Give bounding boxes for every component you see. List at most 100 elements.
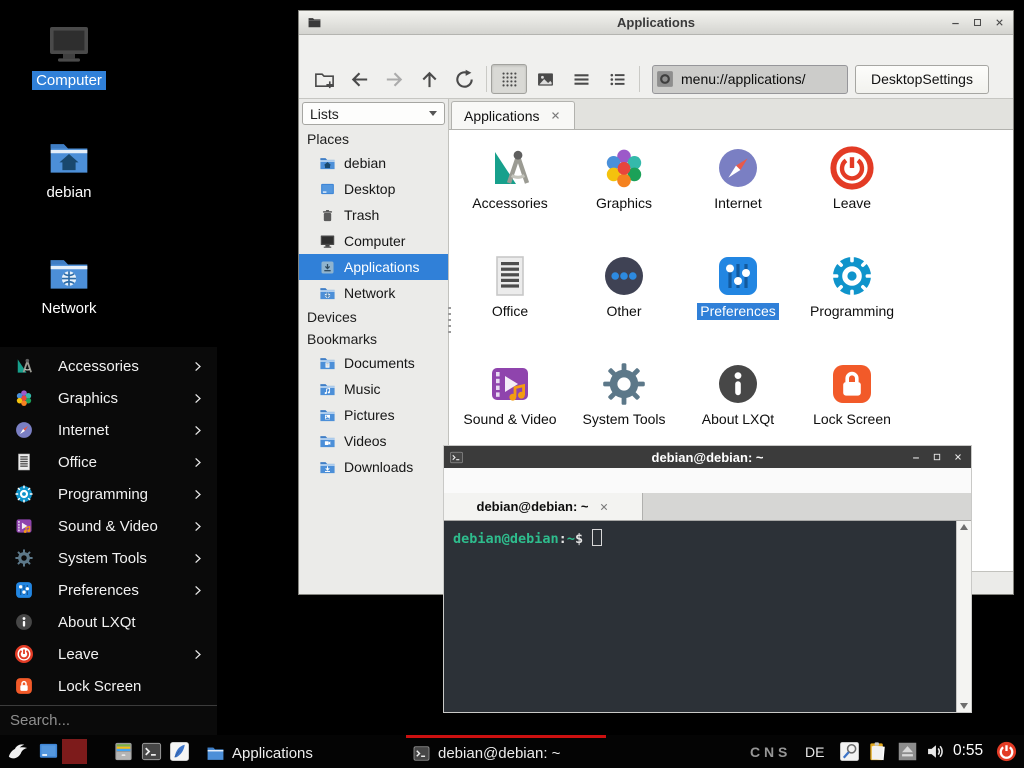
desktop-icon[interactable]: debian [27,136,111,202]
app-menu-item[interactable]: Accessories [0,350,217,382]
taskbar-task-button[interactable]: Applications [200,735,400,768]
terminal-titlebar[interactable]: debian@debian: ~ [444,446,971,468]
fm-menu-item[interactable] [373,46,389,50]
sidebar-place-item[interactable]: Computer [299,228,448,254]
splitter-handle[interactable] [448,307,451,333]
app-menu-item[interactable]: Office [0,446,217,478]
clipboard-tray-icon[interactable] [866,740,889,763]
back-button[interactable] [348,68,371,91]
scroll-up-icon[interactable] [960,524,968,530]
fm-menu-item[interactable] [341,46,357,50]
about-icon [14,612,34,632]
fm-menu-item[interactable] [405,46,421,50]
app-menu-item[interactable]: Graphics [0,382,217,414]
fm-titlebar[interactable]: Applications [299,11,1013,35]
app-menu-item[interactable]: System Tools [0,542,217,574]
terminal-menu-item[interactable] [470,479,486,483]
main-menu-button[interactable] [5,739,31,764]
minimize-button[interactable] [950,17,961,28]
app-menu-item[interactable]: Lock Screen [0,670,217,702]
terminal-window-icon [449,450,464,465]
terminal-tab-close-icon[interactable] [598,501,610,513]
sidebar-bookmark-item[interactable]: Downloads [299,454,448,480]
thumbnail-view-button[interactable] [527,64,563,94]
workspace-switcher-button[interactable] [88,739,113,764]
new-tab-button[interactable] [313,68,336,91]
fm-tabbar: Applications [449,99,1013,130]
sidebar-place-label: Desktop [344,181,395,197]
clock[interactable]: 0:55 [953,742,983,760]
app-menu-item[interactable]: Programming [0,478,217,510]
file-manager-launcher[interactable] [112,740,135,763]
fm-tab-applications[interactable]: Applications [451,101,575,129]
terminal-tab[interactable]: debian@debian: ~ [444,493,643,520]
grid-item[interactable]: Leave [795,140,909,248]
address-bar[interactable]: menu://applications/ [652,65,848,94]
submenu-chevron-icon [190,391,205,406]
app-menu-item[interactable]: Leave [0,638,217,670]
terminal-minimize-button[interactable] [911,452,921,462]
workspace-switcher-button[interactable] [62,739,87,764]
prompt-separator: : [559,531,567,547]
sidebar-bookmark-item[interactable]: Documents [299,350,448,376]
power-button[interactable] [995,740,1018,763]
taskbar-task-button[interactable]: debian@debian: ~ [406,735,606,768]
app-menu-item[interactable]: Preferences [0,574,217,606]
app-menu-item[interactable]: Internet [0,414,217,446]
terminal-menu-item[interactable] [486,479,502,483]
sidebar-place-item[interactable]: Network [299,280,448,306]
grid-item[interactable]: Preferences [681,248,795,356]
terminal-menu-item[interactable] [502,479,518,483]
compact-view-button[interactable] [563,64,599,94]
sidebar-bookmark-item[interactable]: Music [299,376,448,402]
show-desktop-button[interactable] [37,740,60,763]
sidebar-place-item[interactable]: Trash [299,202,448,228]
grid-item[interactable]: Office [453,248,567,356]
forward-button[interactable] [383,68,406,91]
app-menu-item[interactable]: Sound & Video [0,510,217,542]
maximize-button[interactable] [972,17,983,28]
fm-menu-item[interactable] [389,46,405,50]
refresh-button[interactable] [453,68,476,91]
sidebar-place-item[interactable]: Applications [299,254,448,280]
terminal-close-button[interactable] [953,452,963,462]
accessories-icon [486,144,534,192]
sidebar-bookmark-item[interactable]: Videos [299,428,448,454]
grid-item[interactable]: Graphics [567,140,681,248]
close-button[interactable] [994,17,1005,28]
tab-close-icon[interactable] [549,109,562,122]
terminal-scrollbar[interactable] [956,521,971,712]
terminal-menu-item[interactable] [518,479,534,483]
terminal-menu-item[interactable] [454,479,470,483]
screenshot-tray-icon[interactable] [838,740,861,763]
detailed-view-button[interactable] [599,64,635,94]
grid-item[interactable]: Internet [681,140,795,248]
sidebar-place-item[interactable]: Desktop [299,176,448,202]
grid-item[interactable]: Accessories [453,140,567,248]
sidebar-place-item[interactable]: debian [299,150,448,176]
fm-menu-item[interactable] [309,46,325,50]
menu-search-input[interactable]: Search... [0,705,217,735]
desktop-settings-button[interactable]: DesktopSettings [855,65,989,94]
icon-view-button[interactable] [491,64,527,94]
keyboard-layout-indicator[interactable]: DE [805,744,824,760]
fm-menu-item[interactable] [325,46,341,50]
sidebar-bookmark-item[interactable]: Pictures [299,402,448,428]
app-menu-item[interactable]: About LXQt [0,606,217,638]
fm-menu-item[interactable] [357,46,373,50]
text-editor-launcher[interactable] [168,740,191,763]
scroll-down-icon[interactable] [960,703,968,709]
desktop-icon[interactable]: Computer [27,20,111,90]
grid-item[interactable]: Other [567,248,681,356]
grid-item[interactable]: Programming [795,248,909,356]
keyboard-indicator: C N S [750,744,787,760]
terminal-launcher[interactable] [140,740,163,763]
removable-media-tray-icon[interactable] [897,741,918,762]
volume-tray-icon[interactable] [925,741,946,762]
sidebar-mode-select[interactable]: Lists [302,102,445,125]
desktop-icon[interactable]: Network [27,252,111,318]
up-button[interactable] [418,68,441,91]
terminal-output[interactable]: debian@debian:~$ [444,521,956,712]
graphics-icon [14,388,34,408]
terminal-maximize-button[interactable] [932,452,942,462]
